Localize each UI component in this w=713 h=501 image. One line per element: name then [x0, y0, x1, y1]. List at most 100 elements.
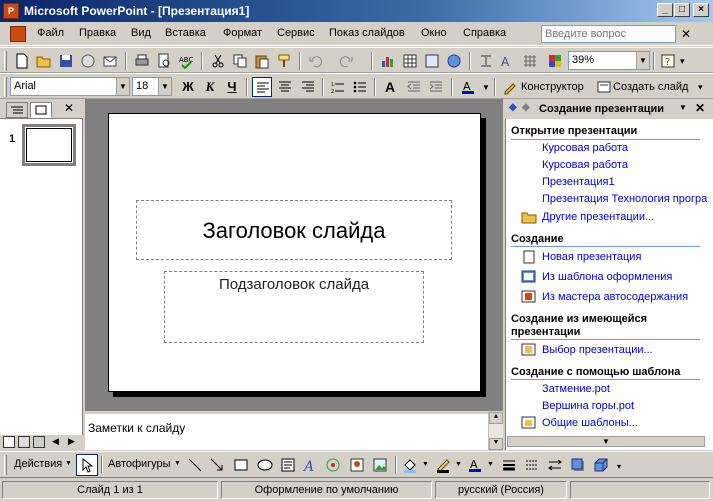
toolbar-grip[interactable]: [4, 51, 7, 71]
toolbar-options-icon[interactable]: ▾: [617, 462, 621, 471]
recent-file-link[interactable]: Презентация1: [542, 176, 707, 188]
help-icon[interactable]: ?: [658, 51, 678, 71]
menu-slideshow[interactable]: Показ слайдов: [329, 27, 405, 39]
slideshow-icon[interactable]: [33, 436, 45, 448]
new-presentation-link[interactable]: Новая презентация: [542, 251, 641, 263]
increase-font-icon[interactable]: A: [380, 77, 400, 97]
recent-file-link[interactable]: Курсовая работа: [542, 159, 707, 171]
designer-icon[interactable]: [500, 77, 520, 97]
font-color-icon[interactable]: A: [458, 77, 478, 97]
slide-canvas[interactable]: Заголовок слайда Подзаголовок слайда: [108, 113, 481, 392]
color-grayscale-icon[interactable]: [545, 51, 565, 71]
more-presentations-link[interactable]: Другие презентации...: [542, 211, 654, 223]
menu-insert[interactable]: Вставка: [165, 27, 206, 39]
line-color-icon[interactable]: [433, 455, 453, 475]
task-pane-scroll-down-icon[interactable]: ▼: [507, 436, 705, 447]
forward-icon[interactable]: ◆: [522, 102, 530, 113]
normal-view-icon[interactable]: [3, 436, 15, 448]
save-icon[interactable]: [56, 51, 76, 71]
font-select[interactable]: Arial ▼: [10, 77, 130, 96]
3d-style-icon[interactable]: [591, 455, 611, 475]
scroll-left-icon[interactable]: ◀: [52, 436, 59, 447]
designer-button[interactable]: Конструктор: [521, 81, 584, 93]
font-color-draw-icon[interactable]: A: [465, 455, 485, 475]
menu-tools[interactable]: Сервис: [277, 27, 315, 39]
new-slide-button[interactable]: Создать слайд: [613, 81, 688, 93]
numbering-icon[interactable]: 12: [328, 77, 348, 97]
from-design-template-link[interactable]: Из шаблона оформления: [542, 271, 672, 283]
insert-hyperlink-icon[interactable]: [444, 51, 464, 71]
template-link[interactable]: Вершина горы.pot: [542, 400, 634, 412]
close-pane-icon[interactable]: ✕: [64, 101, 74, 115]
show-formatting-icon[interactable]: A: [498, 51, 518, 71]
tables-borders-icon[interactable]: [422, 51, 442, 71]
notes-scrollbar[interactable]: ▲ ▼: [488, 412, 503, 450]
menu-format[interactable]: Формат: [223, 27, 262, 39]
increase-indent-icon[interactable]: [426, 77, 446, 97]
align-right-icon[interactable]: [298, 77, 318, 97]
redo-icon[interactable]: [336, 51, 364, 71]
template-link[interactable]: Затмение.pot: [542, 383, 610, 395]
bullets-icon[interactable]: [350, 77, 370, 97]
actions-menu[interactable]: Действия: [14, 458, 62, 470]
slide-sorter-icon[interactable]: [18, 436, 30, 448]
email-icon[interactable]: [100, 51, 120, 71]
scroll-right-icon[interactable]: ▶: [68, 436, 75, 447]
general-templates-link[interactable]: Общие шаблоны...: [542, 417, 638, 429]
notes-pane[interactable]: Заметки к слайду: [85, 412, 503, 450]
new-slide-icon[interactable]: [594, 77, 614, 97]
line-style-icon[interactable]: [499, 455, 519, 475]
align-center-icon[interactable]: [275, 77, 295, 97]
rectangle-icon[interactable]: [231, 455, 251, 475]
fill-color-dropdown-icon[interactable]: ▼: [422, 461, 429, 468]
shadow-style-icon[interactable]: [568, 455, 588, 475]
insert-chart-icon[interactable]: [378, 51, 398, 71]
decrease-indent-icon[interactable]: [404, 77, 424, 97]
toolbar-options-icon[interactable]: ▾: [680, 56, 685, 67]
toolbar-grip[interactable]: [4, 455, 7, 475]
minimize-button[interactable]: _: [657, 3, 673, 17]
insert-picture-icon[interactable]: [370, 455, 390, 475]
oval-icon[interactable]: [255, 455, 275, 475]
fill-color-icon[interactable]: [400, 455, 420, 475]
bold-icon[interactable]: Ж: [178, 77, 198, 97]
align-left-icon[interactable]: [252, 77, 272, 97]
textbox-icon[interactable]: [278, 455, 298, 475]
font-color-draw-dropdown-icon[interactable]: ▼: [487, 461, 494, 468]
toolbar-options-icon[interactable]: ▾: [698, 82, 703, 93]
close-button[interactable]: ×: [693, 3, 709, 17]
menu-view[interactable]: Вид: [131, 27, 151, 39]
document-icon[interactable]: [10, 26, 26, 42]
format-painter-icon[interactable]: [274, 51, 294, 71]
italic-icon[interactable]: К: [200, 77, 220, 97]
undo-icon[interactable]: [306, 51, 334, 71]
copy-icon[interactable]: [230, 51, 250, 71]
font-color-dropdown-icon[interactable]: ▼: [482, 83, 490, 92]
open-icon[interactable]: [34, 51, 54, 71]
toolbar-grip[interactable]: [4, 77, 7, 97]
scroll-up-icon[interactable]: ▲: [489, 412, 503, 424]
subtitle-placeholder[interactable]: Подзаголовок слайда: [164, 271, 424, 343]
tab-outline[interactable]: [6, 102, 28, 118]
recent-file-link[interactable]: Курсовая работа: [542, 142, 707, 154]
select-objects-icon[interactable]: [76, 454, 98, 476]
line-icon[interactable]: [185, 455, 205, 475]
title-placeholder[interactable]: Заголовок слайда: [136, 200, 452, 260]
ask-question-input[interactable]: [541, 25, 676, 43]
print-preview-icon[interactable]: [154, 51, 174, 71]
scroll-down-icon[interactable]: ▼: [489, 438, 503, 450]
maximize-button[interactable]: □: [674, 3, 690, 17]
slide-thumbnail[interactable]: [22, 124, 76, 166]
underline-icon[interactable]: Ч: [222, 77, 242, 97]
expand-icon[interactable]: [476, 51, 496, 71]
arrow-style-icon[interactable]: [545, 455, 565, 475]
wordart-icon[interactable]: A: [300, 455, 320, 475]
dash-style-icon[interactable]: [522, 455, 542, 475]
menu-file[interactable]: Файл: [37, 27, 64, 39]
tab-slides[interactable]: [30, 102, 52, 118]
grid-icon[interactable]: [520, 51, 540, 71]
back-icon[interactable]: ◆: [509, 102, 517, 113]
choose-presentation-link[interactable]: Выбор презентации...: [542, 344, 653, 356]
task-pane-menu-icon[interactable]: ▼: [679, 103, 687, 112]
close-task-pane-icon[interactable]: ✕: [695, 101, 705, 115]
